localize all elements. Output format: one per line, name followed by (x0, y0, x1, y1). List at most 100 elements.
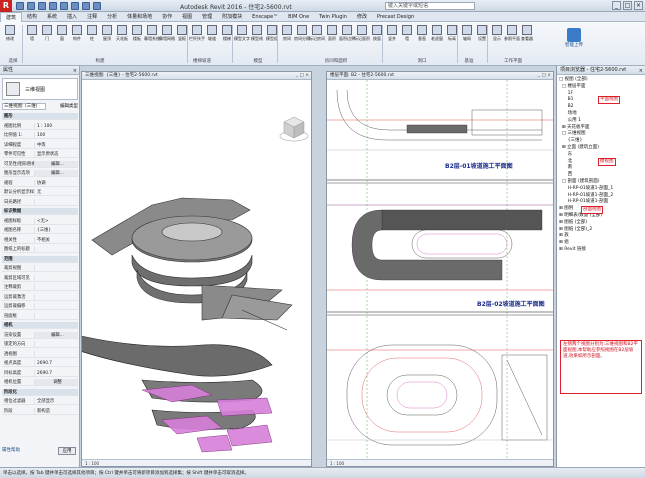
browser-tree-item[interactable]: {三维} (559, 138, 645, 145)
browser-tree-item[interactable]: ⊞ Revit 链接 (559, 247, 645, 254)
browser-tree-item[interactable]: □ 剖面 (建筑剖面) (559, 179, 645, 186)
tab-enscape[interactable]: Enscape™ (247, 12, 283, 22)
property-row[interactable]: 图纸上的标题 (2, 246, 78, 253)
property-value[interactable]: {三维} (34, 227, 78, 233)
ramp-button[interactable]: 坡道 (205, 25, 219, 42)
property-row[interactable]: 注释裁剪 (2, 284, 78, 291)
property-row[interactable]: 远剪裁偏移 (2, 303, 78, 310)
browser-tree-item[interactable]: ⊞ 立面 (建筑立面) (559, 145, 645, 152)
property-row[interactable]: 锁定的方向 (2, 341, 78, 348)
smart-upload-button[interactable]: 智能上传 (560, 28, 588, 52)
close-button[interactable]: × (634, 1, 643, 10)
area-button[interactable]: 面积 (325, 25, 339, 42)
property-row[interactable]: 可见性/图形替换 编辑... (2, 160, 78, 168)
property-value[interactable]: 编辑... (34, 331, 78, 338)
browser-tree-item[interactable]: 西 (559, 172, 645, 179)
property-row[interactable]: 默认分析显示样式无 (2, 189, 78, 196)
undo-icon[interactable] (38, 1, 46, 10)
property-row[interactable]: 相机位置 调整 (2, 379, 78, 386)
property-row[interactable]: 详细程度 中等 (2, 141, 78, 149)
room-separator-button[interactable]: 房间分隔 (294, 25, 310, 42)
property-row[interactable]: 剖面框 (2, 312, 78, 320)
close-icon[interactable]: × (73, 67, 77, 76)
edit-type-button[interactable]: 编辑类型 (60, 103, 78, 109)
property-row[interactable]: 日光路径 (2, 198, 78, 206)
browser-tree-item[interactable]: □ 楼层平面 (559, 84, 645, 91)
browser-tree-item[interactable]: B2 (559, 104, 645, 111)
property-value[interactable] (34, 341, 78, 347)
property-value[interactable] (34, 312, 78, 319)
property-row[interactable]: 比例值 1: 100 (2, 132, 78, 139)
3d-model-canvas[interactable] (82, 80, 311, 460)
property-value[interactable]: <无> (34, 217, 78, 224)
redo-icon[interactable] (49, 1, 57, 10)
property-section-header[interactable]: 图形 (2, 113, 78, 120)
modify-button[interactable]: 修改 (3, 25, 17, 42)
browser-tree-item[interactable]: ⊞ 图纸 (全部)_2 (559, 227, 645, 234)
property-section-header[interactable]: 相机 (2, 322, 78, 329)
property-row[interactable]: 视图名称 {三维} (2, 227, 78, 234)
property-value[interactable] (34, 303, 78, 309)
model-text-button[interactable]: 模型文字 (234, 25, 250, 42)
model-line-button[interactable]: 模型线 (250, 25, 264, 42)
measure-icon[interactable] (71, 1, 79, 10)
browser-tree-item[interactable]: 场地 (559, 111, 645, 118)
property-row[interactable]: 裁剪视图 (2, 265, 78, 272)
property-value[interactable]: 编辑... (34, 170, 78, 176)
ref-plane-button[interactable]: 参照平面 (504, 25, 520, 42)
curtain-system-button[interactable]: 幕墙系统 (144, 25, 160, 42)
plan-view-window[interactable]: 楼层平面: B2 - 住宅2-5600.rvt _ □ × B2层-01坡道施工… (326, 71, 554, 467)
show-button[interactable]: 显示 (490, 25, 504, 42)
area-boundary-button[interactable]: 面积边界 (339, 25, 355, 42)
property-row[interactable]: 透视图 (2, 350, 78, 358)
property-value[interactable]: 全部显示 (34, 398, 78, 404)
roof-button[interactable]: 屋顶 (100, 25, 114, 42)
shaft-button[interactable]: 竖井 (385, 25, 399, 42)
properties-help-link[interactable]: 属性帮助 (2, 447, 20, 453)
component-button[interactable]: 构件 (70, 25, 84, 42)
floor-button[interactable]: 楼板 (130, 25, 144, 42)
property-value[interactable] (34, 246, 78, 252)
tab-addins[interactable]: 附加模块 (217, 12, 247, 22)
3d-view-control-bar[interactable]: 1 : 100 (82, 459, 311, 466)
property-value[interactable]: 协调 (34, 179, 78, 186)
tab-twin-plugin[interactable]: Twin Plugin (314, 12, 352, 22)
vertical-button[interactable]: 垂直 (415, 25, 429, 42)
property-value[interactable] (34, 274, 78, 281)
property-value[interactable]: 2690.7 (34, 360, 78, 366)
property-value[interactable] (34, 293, 78, 300)
property-row[interactable]: 远剪裁激活 (2, 293, 78, 301)
curtain-grid-button[interactable]: 幕墙网格 (159, 25, 175, 42)
property-row[interactable]: 图形显示选项 编辑... (2, 170, 78, 177)
ceiling-button[interactable]: 天花板 (115, 25, 129, 42)
property-section-header[interactable]: 阶段化 (2, 388, 78, 396)
minimize-button[interactable]: _ (612, 1, 621, 10)
property-value[interactable]: 100 (34, 132, 78, 138)
property-row[interactable]: 规程 协调 (2, 179, 78, 187)
property-row[interactable]: 裁剪区域可见 (2, 274, 78, 282)
property-value[interactable]: 1 : 100 (34, 122, 78, 129)
browser-tree-item[interactable]: 公用 1 (559, 118, 645, 125)
property-row[interactable]: 视点高度 2690.7 (2, 360, 78, 367)
property-row[interactable]: 相位过滤器 全部显示 (2, 398, 78, 405)
grid-button[interactable]: 轴网 (460, 25, 474, 42)
dormer-button[interactable]: 老虎窗 (430, 25, 444, 42)
tab-bim-one[interactable]: BIM One (283, 12, 314, 22)
opening-wall-button[interactable]: 墙 (400, 25, 414, 42)
browser-tree-item[interactable]: ⊞ 组 (559, 240, 645, 247)
wall-button[interactable]: 墙 (25, 25, 39, 42)
view-window-controls[interactable]: _ □ × (296, 72, 309, 80)
3d-view-window[interactable]: 三维视图: {三维} - 住宅2-5600.rvt _ □ × 1: 100 (81, 71, 312, 467)
browser-tree-item[interactable]: ⊞ 图纸 (全部) (559, 220, 645, 227)
close-icon[interactable]: × (639, 67, 643, 76)
tab-collaborate[interactable]: 协作 (157, 12, 177, 22)
window-button[interactable]: 窗 (55, 25, 69, 42)
text-icon[interactable] (82, 1, 90, 10)
property-value[interactable] (34, 350, 78, 357)
tab-insert[interactable]: 插入 (62, 12, 82, 22)
property-value[interactable]: 新构造 (34, 407, 78, 414)
tab-manage[interactable]: 管理 (197, 12, 217, 22)
property-value[interactable]: 中等 (34, 141, 78, 148)
revit-logo-icon[interactable]: R (0, 0, 12, 12)
viewcube-icon[interactable] (279, 116, 309, 142)
